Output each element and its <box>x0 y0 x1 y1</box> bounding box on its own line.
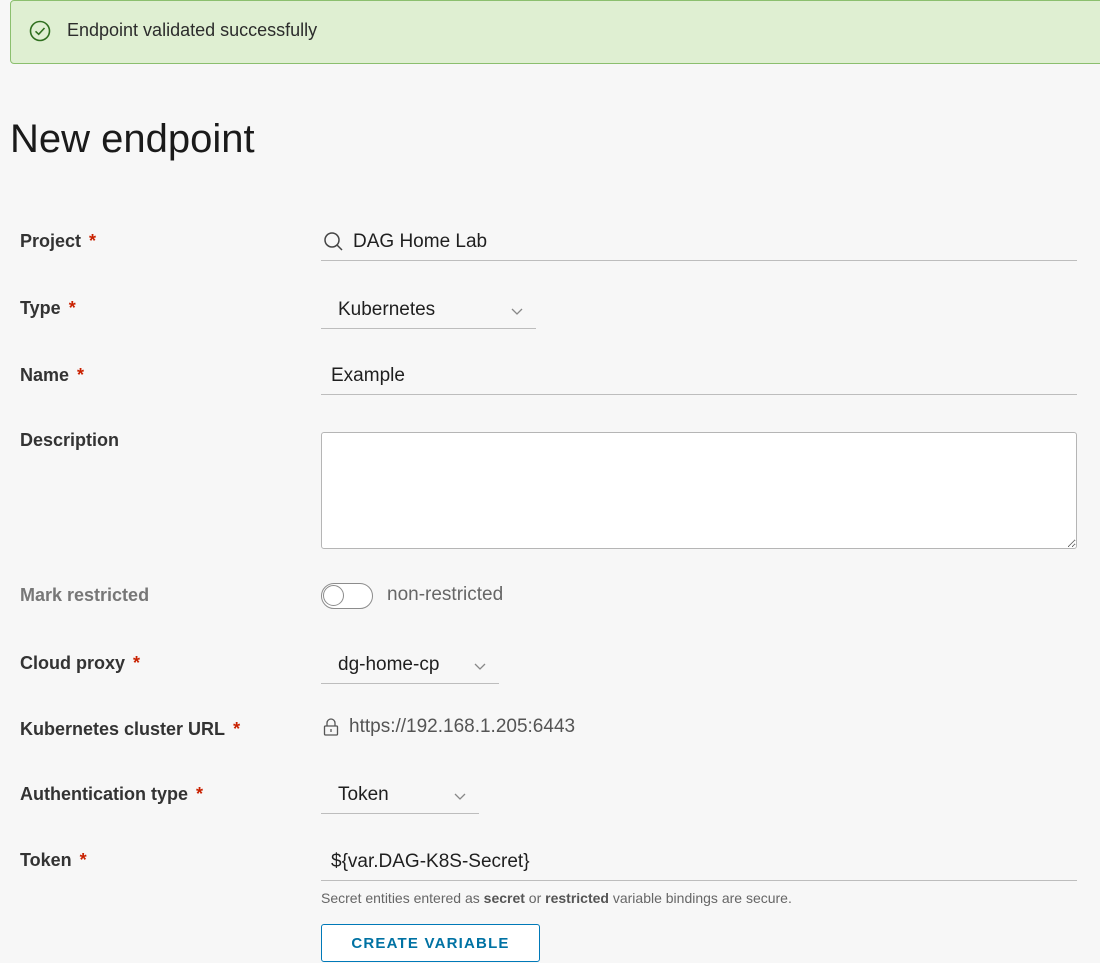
required-marker: * <box>89 231 97 251</box>
chevron-down-icon <box>454 793 466 800</box>
success-alert: Endpoint validated successfully <box>10 0 1100 64</box>
name-label-text: Name <box>20 365 70 385</box>
alert-message: Endpoint validated successfully <box>67 20 318 40</box>
mark-restricted-label-text: Mark restricted <box>20 585 150 605</box>
cloud-proxy-label: Cloud proxy * <box>20 653 140 674</box>
required-marker: * <box>77 365 85 385</box>
restricted-toggle[interactable] <box>321 583 373 609</box>
mark-restricted-label: Mark restricted <box>20 585 149 606</box>
check-circle-icon <box>29 20 51 42</box>
cluster-url-label-text: Kubernetes cluster URL <box>20 719 226 739</box>
chevron-down-icon <box>511 308 523 315</box>
auth-type-label-text: Authentication type <box>20 784 189 804</box>
description-label-text: Description <box>20 430 120 450</box>
token-label-text: Token <box>20 850 72 870</box>
token-help-text: Secret entities entered as secret or res… <box>321 890 792 906</box>
help-secret: secret <box>483 890 525 906</box>
help-prefix: Secret entities entered as <box>321 890 484 906</box>
token-value: ${var.DAG-K8S-Secret} <box>331 850 530 872</box>
name-input[interactable]: Example <box>321 357 1077 395</box>
required-marker: * <box>79 850 87 870</box>
cloud-proxy-select[interactable]: dg-home-cp <box>321 646 499 684</box>
name-label: Name * <box>20 365 84 386</box>
required-marker: * <box>196 784 204 804</box>
toggle-knob <box>323 585 344 606</box>
create-variable-button[interactable]: CREATE VARIABLE <box>321 924 540 962</box>
cloud-proxy-label-text: Cloud proxy <box>20 653 126 673</box>
type-label-text: Type <box>20 298 61 318</box>
required-marker: * <box>133 653 141 673</box>
required-marker: * <box>233 719 241 739</box>
description-label: Description <box>20 430 119 451</box>
chevron-down-icon <box>474 663 486 670</box>
type-value: Kubernetes <box>338 298 436 320</box>
project-search-input[interactable]: DAG Home Lab <box>321 223 1077 261</box>
help-or: or <box>524 890 546 906</box>
type-select[interactable]: Kubernetes <box>321 291 536 329</box>
description-textarea[interactable] <box>321 432 1077 549</box>
cluster-url-value: https://192.168.1.205:6443 <box>349 716 576 737</box>
required-marker: * <box>68 298 76 318</box>
auth-type-label: Authentication type * <box>20 784 203 805</box>
project-value: DAG Home Lab <box>353 230 488 252</box>
auth-type-select[interactable]: Token <box>321 776 479 814</box>
token-label: Token * <box>20 850 87 871</box>
type-label: Type * <box>20 298 76 319</box>
page-title: New endpoint <box>10 117 255 161</box>
project-label-text: Project <box>20 231 82 251</box>
toggle-state-text: non-restricted <box>387 584 504 605</box>
project-label: Project * <box>20 231 96 252</box>
cloud-proxy-value: dg-home-cp <box>338 653 440 675</box>
name-value: Example <box>331 364 405 386</box>
lock-icon <box>323 718 339 736</box>
auth-type-value: Token <box>338 783 389 805</box>
help-suffix: variable bindings are secure. <box>608 890 792 906</box>
help-restricted: restricted <box>545 890 609 906</box>
search-icon <box>324 231 343 251</box>
cluster-url-field: https://192.168.1.205:6443 <box>322 716 575 738</box>
cluster-url-label: Kubernetes cluster URL * <box>20 719 240 740</box>
token-input[interactable]: ${var.DAG-K8S-Secret} <box>321 843 1077 881</box>
